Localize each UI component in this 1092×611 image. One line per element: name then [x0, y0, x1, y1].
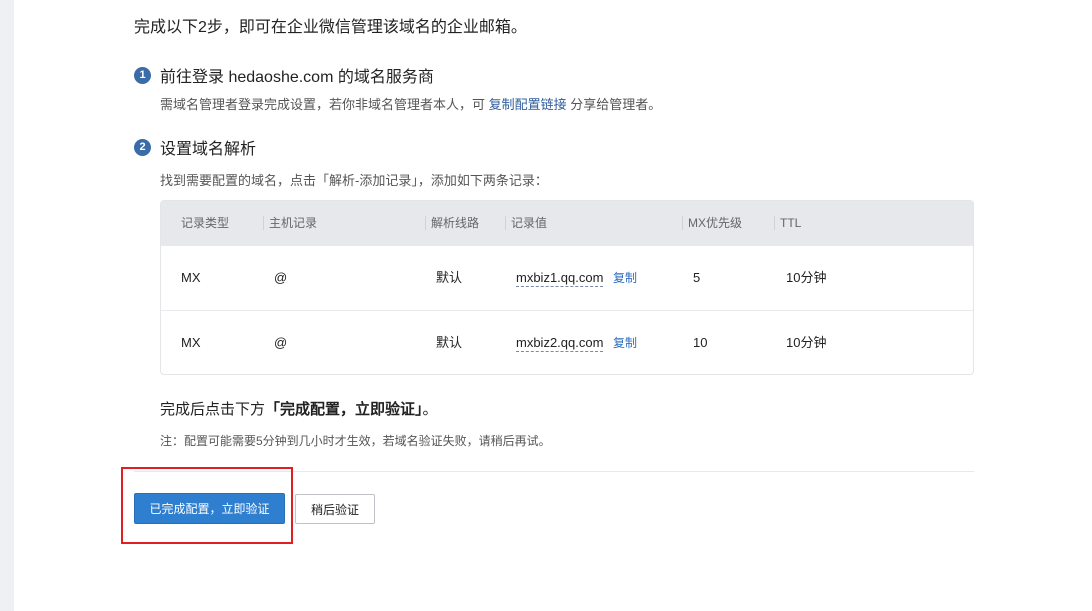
- completion-tip-after: 。: [422, 401, 438, 418]
- step-2-title: 设置域名解析: [160, 141, 257, 158]
- step-2-header: 2 设置域名解析: [134, 135, 256, 159]
- copy-config-link[interactable]: 复制配置链接: [489, 97, 567, 112]
- cell-ttl: 10分钟: [786, 335, 827, 350]
- cell-record-value: mxbiz1.qq.com 复制: [516, 246, 637, 310]
- copy-button[interactable]: 复制: [613, 336, 637, 350]
- header-resolve-line: 解析线路: [431, 216, 480, 230]
- step-1-number-icon: 1: [134, 66, 151, 84]
- cell-mx-priority: 10: [693, 335, 708, 350]
- record-value-text: mxbiz2.qq.com: [516, 335, 604, 352]
- cell-host-record: @: [274, 335, 288, 350]
- header-host-record: 主机记录: [269, 216, 318, 230]
- header-separator: [774, 216, 775, 230]
- cell-ttl: 10分钟: [786, 270, 827, 285]
- header-separator: [682, 216, 683, 230]
- step-1-desc-before: 需域名管理者登录完成设置，若你非域名管理者本人，可: [160, 97, 486, 112]
- cell-record-value: mxbiz2.qq.com 复制: [516, 311, 637, 374]
- header-record-type: 记录类型: [181, 216, 230, 230]
- table-row: MX @ 默认 mxbiz1.qq.com 复制 5 10分钟: [161, 245, 973, 310]
- header-ttl: TTL: [780, 216, 802, 230]
- completion-tip-before: 完成后点击下方: [160, 401, 266, 418]
- step-2-description: 找到需要配置的域名，点击「解析-添加记录」，添加如下两条记录：: [160, 173, 548, 188]
- table-row: MX @ 默认 mxbiz2.qq.com 复制 10 10分钟: [161, 310, 973, 374]
- header-separator: [425, 216, 426, 230]
- completion-tip: 完成后点击下方「完成配置，立即验证」。: [160, 398, 438, 419]
- header-record-value: 记录值: [511, 216, 548, 230]
- cell-resolve-line: 默认: [436, 270, 463, 285]
- header-mx-priority: MX优先级: [688, 216, 743, 230]
- domain-setup-content: 完成以下2步，即可在企业微信管理该域名的企业邮箱。 1 前往登录 hedaosh…: [0, 0, 1092, 611]
- completion-tip-bold: 「完成配置，立即验证」: [265, 401, 423, 418]
- step-2-number-icon: 2: [134, 138, 151, 156]
- note-text: 注：配置可能需要5分钟到几小时才生效，若域名验证失败，请稍后再试。: [160, 434, 551, 448]
- step-1-title: 前往登录 hedaoshe.com 的域名服务商: [160, 69, 434, 86]
- cell-record-type: MX: [181, 270, 201, 285]
- record-value-text: mxbiz1.qq.com: [516, 270, 604, 287]
- step-1-desc-after: 分享给管理者。: [570, 97, 662, 112]
- intro-text: 完成以下2步，即可在企业微信管理该域名的企业邮箱。: [134, 19, 527, 36]
- cell-resolve-line: 默认: [436, 335, 463, 350]
- header-separator: [505, 216, 506, 230]
- header-separator: [263, 216, 264, 230]
- copy-button[interactable]: 复制: [613, 271, 637, 285]
- cell-record-type: MX: [181, 335, 201, 350]
- verify-now-button[interactable]: 已完成配置，立即验证: [134, 493, 285, 524]
- step-1-description: 需域名管理者登录完成设置，若你非域名管理者本人，可 复制配置链接 分享给管理者。: [160, 94, 661, 113]
- table-header: 记录类型 主机记录 解析线路 记录值 MX优先级 TTL: [161, 201, 973, 245]
- cell-mx-priority: 5: [693, 270, 701, 285]
- step-1-header: 1 前往登录 hedaoshe.com 的域名服务商: [134, 63, 434, 87]
- verify-later-button[interactable]: 稍后验证: [295, 494, 375, 524]
- cell-host-record: @: [274, 270, 288, 285]
- dns-records-table: 记录类型 主机记录 解析线路 记录值 MX优先级 TTL MX @ 默认 mxb…: [160, 200, 974, 375]
